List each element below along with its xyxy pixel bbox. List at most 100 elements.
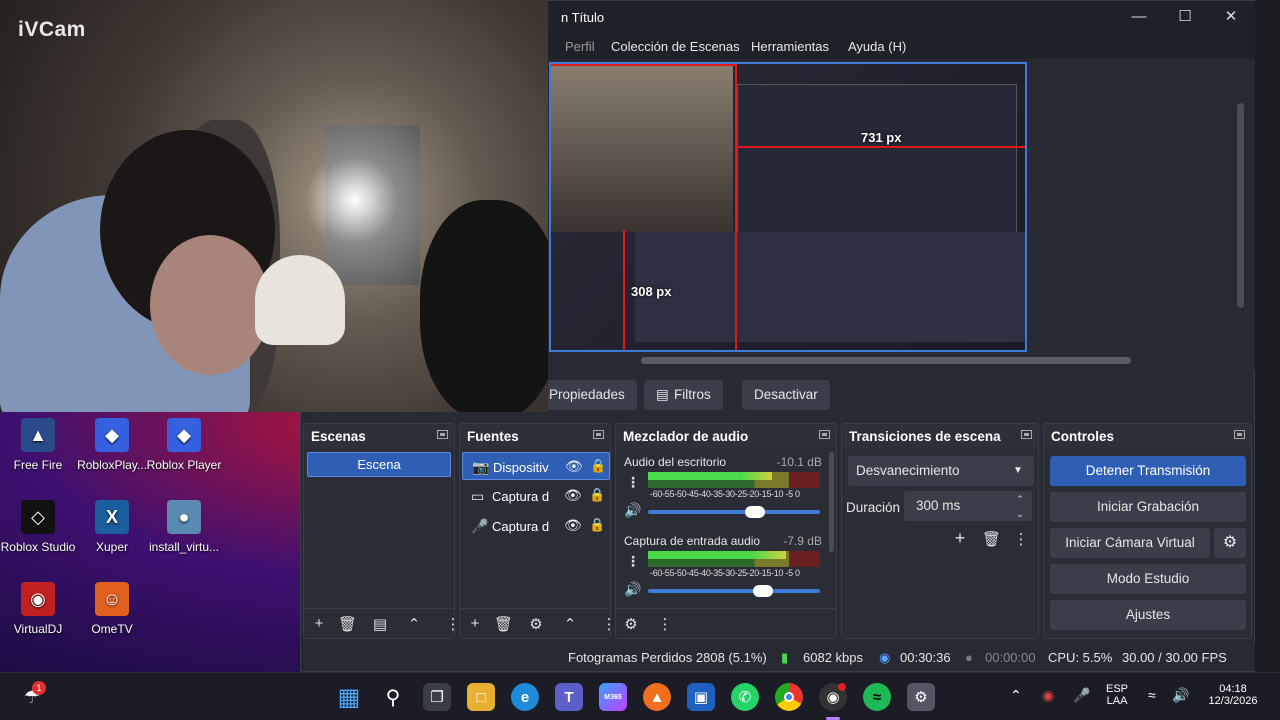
desktop-icon-roblox-studio[interactable]: ◇ Roblox Studio xyxy=(0,500,76,555)
chrome-icon[interactable] xyxy=(775,683,803,711)
desktop-icon-free-fire[interactable]: ▲ Free Fire xyxy=(0,418,76,473)
advanced-audio-icon[interactable]: ⚙ xyxy=(622,615,640,633)
trash-icon[interactable]: 🗑 xyxy=(982,530,1001,548)
filters-button[interactable]: ▤ Filtros xyxy=(644,380,723,410)
more-icon[interactable]: ⋮ xyxy=(626,553,640,570)
lang-label: ESP xyxy=(1106,683,1129,695)
undock-icon[interactable] xyxy=(1234,430,1245,439)
close-button[interactable]: ✕ xyxy=(1219,7,1243,27)
duration-value: 300 ms xyxy=(916,498,961,513)
transition-select[interactable]: Desvanecimiento ▼ xyxy=(848,456,1034,486)
gear-icon[interactable]: ⚙ xyxy=(527,615,545,633)
spotify-icon[interactable]: ≈ xyxy=(863,683,891,711)
volume-knob[interactable] xyxy=(744,506,765,518)
start-virtualcam-button[interactable]: Iniciar Cámara Virtual xyxy=(1050,528,1210,558)
add-icon[interactable]: + xyxy=(466,615,484,632)
volume-icon[interactable]: 🔊 xyxy=(1172,687,1189,704)
filter-icon[interactable]: ▤ xyxy=(371,615,389,633)
preview-vertical-scrollbar[interactable] xyxy=(1237,103,1244,308)
volume-slider[interactable] xyxy=(648,585,820,597)
level-meter xyxy=(648,551,820,567)
windows-start-icon[interactable]: ▦ xyxy=(335,683,363,711)
up-arrow-icon[interactable]: ⌃ xyxy=(405,615,423,633)
lock-icon[interactable]: 🔒 xyxy=(589,487,605,503)
trash-icon[interactable]: 🗑 xyxy=(338,615,357,633)
source-item-screen-capture[interactable]: ▭ Captura d 👁 🔒 xyxy=(462,482,610,510)
maximize-button[interactable]: ☐ xyxy=(1173,7,1197,27)
add-icon[interactable]: + xyxy=(951,528,969,549)
up-arrow-icon[interactable]: ⌃ xyxy=(561,615,579,633)
desktop-icon-xuper[interactable]: X Xuper xyxy=(74,500,150,555)
desktop-icon-robloxplayer[interactable]: ◆ RobloxPlay... xyxy=(74,418,150,473)
trash-icon[interactable]: 🗑 xyxy=(494,615,513,633)
desktop-icon-ometv[interactable]: ☺ OmeTV xyxy=(74,582,150,637)
duration-spinbox[interactable]: 300 ms ⌃ ⌄ xyxy=(904,491,1032,521)
clock-time: 04:18 xyxy=(1219,683,1247,695)
eye-icon[interactable]: 👁 xyxy=(564,487,582,504)
properties-button[interactable]: Propiedades xyxy=(537,380,637,410)
m365-icon[interactable]: M365 xyxy=(599,683,627,711)
volume-slider[interactable] xyxy=(648,506,820,518)
minimize-button[interactable]: — xyxy=(1127,7,1151,27)
eye-icon[interactable]: 👁 xyxy=(564,517,582,534)
scenes-dock-header: Escenas xyxy=(304,424,454,448)
chevron-up-icon[interactable]: ⌃ xyxy=(1010,687,1022,704)
start-recording-button[interactable]: Iniciar Grabación xyxy=(1050,492,1246,522)
menu-coleccion-escenas[interactable]: Colección de Escenas xyxy=(611,39,740,54)
ivcam-window[interactable]: iVCam xyxy=(0,0,548,412)
language-indicator[interactable]: ESP LAA xyxy=(1106,683,1128,707)
menu-herramientas[interactable]: Herramientas xyxy=(751,39,829,54)
source-item-audio-capture[interactable]: 🎤 Captura d 👁 🔒 xyxy=(462,512,610,540)
menu-perfil[interactable]: Perfil xyxy=(565,39,595,54)
lock-icon[interactable]: 🔒 xyxy=(589,517,605,533)
desktop-icon-install-virtual[interactable]: ● install_virtu... xyxy=(146,500,222,555)
edge-icon[interactable]: e xyxy=(511,683,539,711)
settings-button[interactable]: Ajustes xyxy=(1050,600,1246,630)
source-item-device[interactable]: 📷 Dispositiv 👁 🔒 xyxy=(462,452,610,480)
task-view-icon[interactable]: ❐ xyxy=(423,683,451,711)
undock-icon[interactable] xyxy=(593,430,604,439)
chevron-down-icon[interactable]: ⌄ xyxy=(1010,499,1030,529)
bbox-horizontal xyxy=(737,146,1025,148)
stop-stream-button[interactable]: Detener Transmisión xyxy=(1050,456,1246,486)
more-icon[interactable]: ⋮ xyxy=(1012,530,1030,548)
studio-mode-button[interactable]: Modo Estudio xyxy=(1050,564,1246,594)
undock-icon[interactable] xyxy=(1021,430,1032,439)
installer-icon: ● xyxy=(167,500,201,534)
scenes-dock: Escenas Escena + 🗑 ▤ ⌃ ⋮ xyxy=(303,423,461,639)
whatsapp-icon[interactable]: ✆ xyxy=(731,683,759,711)
tray-app-icon[interactable]: ◉ xyxy=(1042,687,1054,704)
undock-icon[interactable] xyxy=(437,430,448,439)
transition-value: Desvanecimiento xyxy=(856,463,960,478)
teams-icon[interactable]: T xyxy=(555,683,583,711)
wifi-icon[interactable]: ≈ xyxy=(1148,687,1156,703)
volume-icon[interactable]: 🔊 xyxy=(624,502,641,519)
more-icon[interactable]: ⋮ xyxy=(656,615,674,633)
virtualcam-settings-button[interactable]: ⚙ xyxy=(1214,528,1246,558)
mirror-light xyxy=(325,125,420,285)
settings-icon[interactable]: ⚙ xyxy=(907,683,935,711)
desktop-icon-virtualdj[interactable]: ◉ VirtualDJ xyxy=(0,582,76,637)
clock[interactable]: 04:18 12/3/2026 xyxy=(1198,683,1268,707)
program-preview[interactable]: 731 px 308 px xyxy=(549,62,1027,352)
lock-icon[interactable]: 🔒 xyxy=(590,458,606,474)
more-icon[interactable]: ⋮ xyxy=(626,474,640,491)
scene-item[interactable]: Escena xyxy=(307,452,451,477)
eye-icon[interactable]: 👁 xyxy=(565,458,583,475)
volume-knob[interactable] xyxy=(753,585,774,597)
volume-icon[interactable]: 🔊 xyxy=(624,581,641,598)
brave-icon[interactable]: ▲ xyxy=(643,683,671,711)
deactivate-button[interactable]: Desactivar xyxy=(742,380,830,410)
transitions-dock: Transiciones de escena Desvanecimiento ▼… xyxy=(841,423,1039,639)
mixer-scrollbar[interactable] xyxy=(829,452,834,552)
microphone-icon[interactable]: 🎤 xyxy=(1073,687,1090,704)
desktop-icon-roblox-player[interactable]: ◆ Roblox Player xyxy=(146,418,222,473)
undock-icon[interactable] xyxy=(819,430,830,439)
search-icon[interactable]: ⚲ xyxy=(379,683,407,711)
store-icon[interactable]: ▣ xyxy=(687,683,715,711)
menu-ayuda[interactable]: Ayuda (H) xyxy=(848,39,906,54)
preview-horizontal-scrollbar[interactable] xyxy=(641,357,1131,364)
record-time: 00:00:00 xyxy=(985,650,1036,665)
add-icon[interactable]: + xyxy=(310,615,328,632)
file-explorer-icon[interactable]: □ xyxy=(467,683,495,711)
